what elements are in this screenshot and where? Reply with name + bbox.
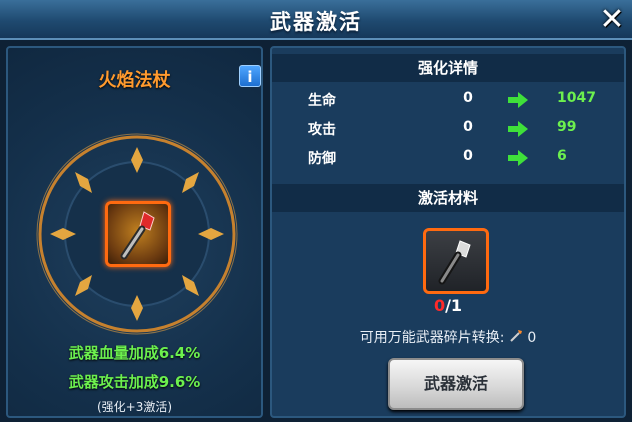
stat-old-value: 0: [463, 119, 473, 135]
stat-row-attack: 攻击 0 99: [272, 116, 624, 142]
stat-new-value: 1047: [557, 90, 596, 106]
arrow-right-icon: [508, 121, 528, 137]
activate-weapon-button[interactable]: 武器激活: [388, 358, 524, 410]
wand-fragment-icon: [510, 330, 522, 342]
hp-bonus-text: 武器血量加成6.4%: [68, 344, 201, 362]
weapon-panel: 火焰法杖 i 武器血量加成6.4% 武器攻击加成9.6% (强化+3激活): [6, 46, 263, 418]
arrow-right-icon: [508, 150, 528, 166]
fire-staff-icon: [120, 211, 155, 260]
stat-row-defense: 防御 0 6: [272, 145, 624, 171]
convert-label: 可用万能武器碎片转换:: [359, 330, 505, 346]
convert-hint: 可用万能武器碎片转换: 0: [272, 327, 624, 347]
stat-row-hp: 生命 0 1047: [272, 87, 624, 113]
material-slot[interactable]: [423, 228, 489, 294]
attack-bonus-text: 武器攻击加成9.6%: [68, 373, 201, 391]
stat-new-value: 6: [557, 148, 567, 164]
details-panel: 强化详情 生命 0 1047 攻击 0 99 防御 0 6 激活材料 0/1 可…: [270, 46, 626, 418]
stat-old-value: 0: [463, 148, 473, 164]
stat-old-value: 0: [463, 90, 473, 106]
stat-label: 攻击: [308, 122, 336, 138]
universal-weapon-fragment-icon: [438, 240, 471, 285]
stat-new-value: 99: [557, 119, 577, 135]
material-count: 0/1: [272, 296, 624, 315]
enhance-details-header: 强化详情: [272, 54, 624, 82]
convert-count: 0: [527, 330, 537, 346]
stat-label: 生命: [308, 93, 336, 109]
activation-note: (强化+3激活): [96, 400, 173, 414]
weapon-icon-slot[interactable]: [105, 201, 171, 267]
stat-label: 防御: [308, 151, 336, 167]
window-title: 武器激活: [270, 10, 362, 34]
material-have: 0: [433, 296, 446, 315]
title-bar: 武器激活 ✕: [0, 0, 632, 40]
material-need: /1: [445, 296, 463, 315]
arrow-right-icon: [508, 92, 528, 108]
activation-materials-header: 激活材料: [272, 184, 624, 212]
close-icon[interactable]: ✕: [596, 4, 628, 36]
